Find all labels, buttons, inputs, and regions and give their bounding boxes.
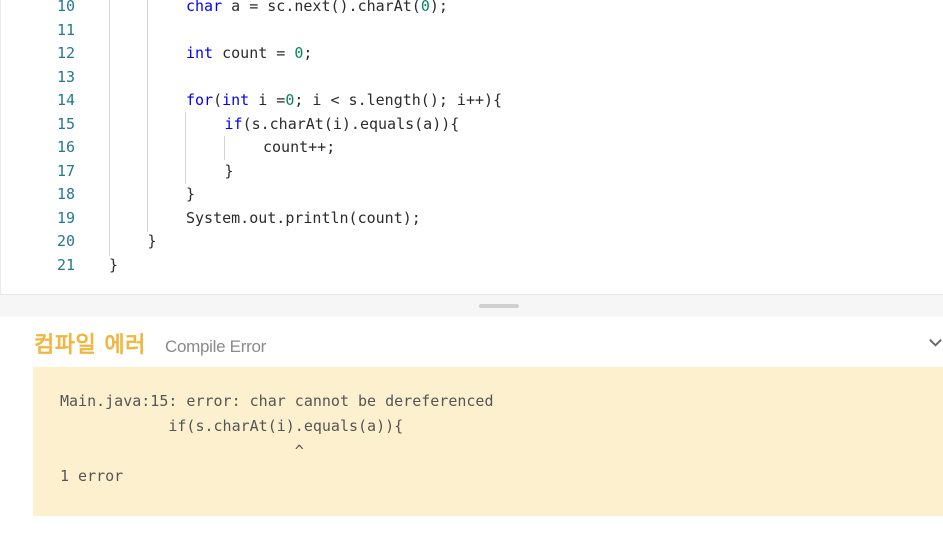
code-keyword: int [222,91,250,109]
result-panel: 컴파일 에러 Compile Error Main.java:15: error… [0,317,943,546]
code-keyword: char [186,0,223,15]
code-keyword: if [224,114,243,133]
code-text: } [225,159,234,183]
code-line[interactable]: 10 char a = sc.next().charAt(0); [1,0,943,18]
code-token: ; [303,44,313,62]
code-text: int count = 0; [186,41,312,65]
code-token: (s.charAt(i).equals(a)){ [242,114,460,133]
error-line: Main.java:15: error: char cannot be dere… [60,392,494,410]
code-line[interactable]: 14 for(int i =0; i < s.length(); i++){ [1,88,943,112]
code-line[interactable]: 12 int count = 0; [1,41,943,65]
line-number: 14 [56,91,75,109]
error-line: if(s.charAt(i).equals(a)){ [60,417,404,435]
code-text: char a = sc.next().charAt(0); [186,0,448,18]
indent-guide [224,136,225,160]
code-token: count = [213,44,295,62]
line-number: 17 [56,161,75,180]
code-token: ( [213,91,223,109]
code-line[interactable]: 15 if(s.charAt(i).equals(a)){ [1,112,943,136]
code-text: } [109,253,118,277]
code-token: } [147,232,157,250]
code-token: } [186,185,196,203]
code-text: count++; [263,135,335,159]
line-number: 12 [56,44,75,62]
panel-splitter[interactable] [0,294,943,317]
line-number: 21 [56,255,75,274]
indent-guide [109,0,110,256]
code-line[interactable]: 18} [1,182,943,206]
result-title: 컴파일 에러 [34,333,146,358]
code-line[interactable]: 13 [1,65,943,89]
indent-guide [147,0,148,232]
code-line[interactable]: 11 [1,18,943,42]
indent-guide [185,112,186,184]
code-token: } [109,255,119,274]
error-line: 1 error [60,467,124,485]
code-line[interactable]: 17} [1,159,943,183]
code-text: System.out.println(count); [186,206,421,230]
code-text: } [148,229,157,253]
code-line[interactable]: 21} [1,253,943,277]
code-token: i = [249,91,286,109]
code-token: ); [429,0,448,15]
code-token: ; i < s.length(); i++){ [294,91,503,109]
line-number: 10 [56,0,75,15]
code-number: 0 [420,0,430,15]
line-number: 15 [56,114,75,133]
code-token: a = sc.next().charAt( [222,0,421,15]
code-keyword: int [186,44,214,62]
line-number: 18 [56,185,75,203]
code-text: for(int i =0; i < s.length(); i++){ [186,88,502,112]
line-number: 16 [56,138,75,156]
code-editor[interactable]: 10 char a = sc.next().charAt(0); 11 12 int c… [0,0,943,294]
error-output: Main.java:15: error: char cannot be dere… [33,367,943,516]
line-number: 20 [56,232,75,250]
code-text: } [186,182,195,206]
line-number: 19 [56,208,75,227]
line-number: 13 [56,67,75,86]
code-line[interactable]: 20} [1,229,943,253]
code-token: } [224,161,234,180]
error-line: ^ [60,442,304,460]
chevron-down-icon[interactable] [928,335,943,350]
code-token: System.out.println(count); [186,208,421,227]
code-token: count++; [263,138,336,156]
code-keyword: for [186,91,214,109]
result-subtitle: Compile Error [165,337,266,356]
line-number: 11 [56,20,75,39]
splitter-handle[interactable] [479,304,519,308]
code-line[interactable]: 19 System.out.println(count); [1,206,943,230]
code-line[interactable]: 16 count++; [1,135,943,159]
code-text: if(s.charAt(i).equals(a)){ [225,112,460,136]
